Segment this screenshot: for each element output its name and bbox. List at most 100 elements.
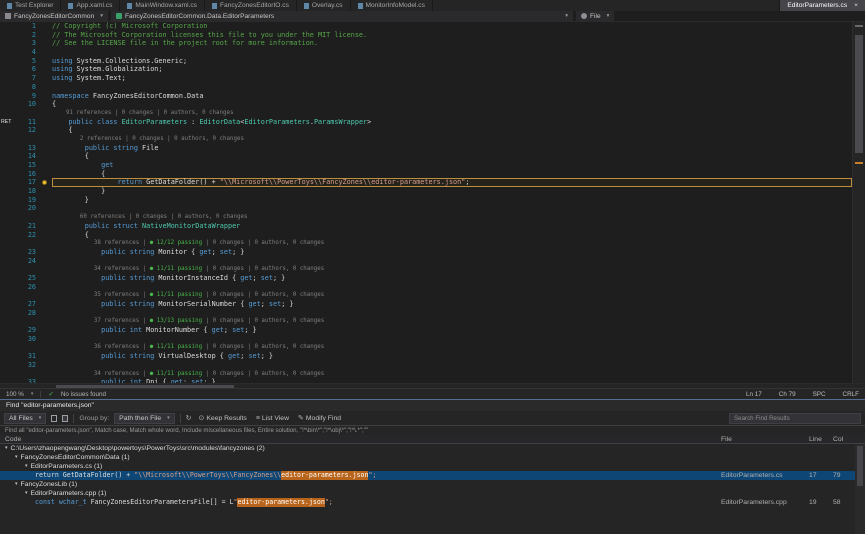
expander-icon[interactable]: ▾: [25, 489, 28, 498]
codelens-text[interactable]: 60 references | 0 changes | 0 authors, 0…: [52, 213, 852, 222]
editor-line[interactable]: 20: [0, 204, 852, 213]
editor-line[interactable]: 32: [0, 361, 852, 370]
member-dropdown[interactable]: File ▾: [576, 11, 614, 22]
editor-line[interactable]: 3// See the LICENSE file in the project …: [0, 39, 852, 48]
codelens-text[interactable]: 34 references | ● 11/11 passing | 0 chan…: [52, 370, 852, 379]
open-file-icon[interactable]: [51, 415, 57, 422]
chevron-down-icon[interactable]: ▾: [31, 391, 34, 397]
document-tab[interactable]: MainWindow.xaml.cs: [120, 0, 205, 11]
codelens-row[interactable]: 60 references | 0 changes | 0 authors, 0…: [0, 213, 852, 222]
tab-editorparameters[interactable]: EditorParameters.cs ×: [779, 0, 865, 11]
find-group-row[interactable]: ▾FancyZonesLib (1): [0, 480, 865, 489]
lightbulb-icon[interactable]: [42, 180, 47, 185]
refresh-icon[interactable]: ↻: [186, 414, 192, 422]
editor-line[interactable]: 21 public struct NativeMonitorDataWrappe…: [0, 222, 852, 231]
find-group-row[interactable]: ▾C:\Users\zhaopengwang\Desktop\powertoys…: [0, 444, 865, 453]
project-dropdown[interactable]: FancyZonesEditorCommon ▾: [0, 11, 108, 22]
codelens-row[interactable]: 91 references | 0 changes | 0 authors, 0…: [0, 109, 852, 118]
editor-line[interactable]: 15 get: [0, 161, 852, 170]
document-tab[interactable]: Test Explorer: [0, 0, 61, 11]
scrollbar-thumb[interactable]: [857, 446, 863, 486]
codelens-row[interactable]: 34 references | ● 11/11 passing | 0 chan…: [0, 265, 852, 274]
editor-line[interactable]: 8: [0, 83, 852, 92]
codelens-row[interactable]: 37 references | ● 13/13 passing | 0 chan…: [0, 317, 852, 326]
editor-line[interactable]: 2// The Microsoft Corporation licenses t…: [0, 31, 852, 40]
column-line[interactable]: Line: [809, 436, 833, 443]
column-file[interactable]: File: [721, 436, 809, 443]
editor-line[interactable]: 18 }: [0, 187, 852, 196]
codelens-text[interactable]: 35 references | ● 11/11 passing | 0 chan…: [52, 291, 852, 300]
codelens-row[interactable]: 34 references | ● 11/11 passing | 0 chan…: [0, 370, 852, 379]
list-view-button[interactable]: ≡ List View: [254, 415, 291, 422]
editor-line[interactable]: 13 public string File: [0, 144, 852, 153]
editor-line[interactable]: 31 public string VirtualDesktop { get; s…: [0, 352, 852, 361]
spaces-indicator[interactable]: SPC: [813, 391, 826, 398]
editor-line[interactable]: 7using System.Text;: [0, 74, 852, 83]
modify-find-button[interactable]: ✎ Modify Find: [296, 414, 343, 422]
editor-line[interactable]: 10{: [0, 100, 852, 109]
editor-line[interactable]: 19 }: [0, 196, 852, 205]
codelens-text[interactable]: 34 references | ● 11/11 passing | 0 chan…: [52, 265, 852, 274]
codelens-row[interactable]: 38 references | ● 12/12 passing | 0 chan…: [0, 239, 852, 248]
column-indicator[interactable]: Ch 79: [779, 391, 796, 398]
column-code[interactable]: Code: [0, 436, 721, 443]
keep-results-button[interactable]: ⊙ Keep Results: [197, 414, 249, 422]
editor-line[interactable]: 27 public string MonitorSerialNumber { g…: [0, 300, 852, 309]
document-tab[interactable]: Overlay.cs: [297, 0, 351, 11]
type-breadcrumb-dropdown[interactable]: FancyZonesEditorCommon.Data.EditorParame…: [111, 11, 573, 22]
group-by-dropdown[interactable]: Path then File ▾: [114, 413, 174, 424]
editor-line[interactable]: 6using System.Globalization;: [0, 65, 852, 74]
editor-line[interactable]: 23 public string Monitor { get; set; }: [0, 248, 852, 257]
scope-dropdown[interactable]: All Files ▾: [4, 413, 46, 424]
find-group-row[interactable]: ▾EditorParameters.cpp (1): [0, 489, 865, 498]
issues-status[interactable]: No issues found: [61, 391, 106, 398]
codelens-text[interactable]: 91 references | 0 changes | 0 authors, 0…: [52, 109, 852, 118]
scrollbar-thumb[interactable]: [855, 35, 863, 153]
find-result-row[interactable]: const wchar_t FancyZonesEditorParameters…: [0, 498, 865, 507]
close-icon[interactable]: ×: [854, 2, 858, 9]
editor-line[interactable]: 5using System.Collections.Generic;: [0, 57, 852, 66]
editor-line[interactable]: RET11 public class EditorParameters : Ed…: [0, 118, 852, 127]
editor-line[interactable]: 26: [0, 283, 852, 292]
editor-line[interactable]: 17 return GetDataFolder() + "\\Microsoft…: [0, 178, 852, 187]
codelens-text[interactable]: 36 references | ● 11/11 passing | 0 chan…: [52, 343, 852, 352]
find-result-row[interactable]: return GetDataFolder() + "\\Microsoft\\P…: [0, 471, 865, 480]
editor-line[interactable]: 24: [0, 257, 852, 266]
expander-icon[interactable]: ▾: [15, 453, 18, 462]
expander-icon[interactable]: ▾: [25, 462, 28, 471]
codelens-row[interactable]: 36 references | ● 11/11 passing | 0 chan…: [0, 343, 852, 352]
editor-line[interactable]: 22 {: [0, 231, 852, 240]
document-tab[interactable]: MonitorInfoModel.cs: [351, 0, 433, 11]
vertical-scrollbar[interactable]: [852, 22, 865, 383]
column-col[interactable]: Col: [833, 436, 853, 443]
codelens-row[interactable]: 35 references | ● 11/11 passing | 0 chan…: [0, 291, 852, 300]
line-indicator[interactable]: Ln 17: [746, 391, 762, 398]
codelens-text[interactable]: 37 references | ● 13/13 passing | 0 chan…: [52, 317, 852, 326]
scrollbar-thumb[interactable]: [56, 385, 234, 388]
find-group-row[interactable]: ▾FancyZonesEditorCommon\Data (1): [0, 453, 865, 462]
editor-line[interactable]: 4: [0, 48, 852, 57]
expander-icon[interactable]: ▾: [5, 444, 8, 453]
document-tab[interactable]: App.xaml.cs: [61, 0, 120, 11]
editor-line[interactable]: 14 {: [0, 152, 852, 161]
editor-line[interactable]: 16 {: [0, 170, 852, 179]
editor-line[interactable]: 25 public string MonitorInstanceId { get…: [0, 274, 852, 283]
zoom-level[interactable]: 100 %: [6, 391, 24, 398]
editor-line[interactable]: 28: [0, 309, 852, 318]
results-scrollbar[interactable]: [855, 444, 865, 534]
code-editor[interactable]: 1// Copyright (c) Microsoft Corporation2…: [0, 22, 865, 383]
editor-line[interactable]: 12 {: [0, 126, 852, 135]
editor-line[interactable]: 30: [0, 335, 852, 344]
horizontal-scrollbar[interactable]: [0, 383, 865, 388]
copy-results-icon[interactable]: [62, 415, 68, 422]
codelens-text[interactable]: 2 references | 0 changes | 0 authors, 0 …: [52, 135, 852, 144]
editor-line[interactable]: 29 public int MonitorNumber { get; set; …: [0, 326, 852, 335]
codelens-text[interactable]: 38 references | ● 12/12 passing | 0 chan…: [52, 239, 852, 248]
codelens-row[interactable]: 2 references | 0 changes | 0 authors, 0 …: [0, 135, 852, 144]
editor-line[interactable]: 9namespace FancyZonesEditorCommon.Data: [0, 92, 852, 101]
editor-line[interactable]: 1// Copyright (c) Microsoft Corporation: [0, 22, 852, 31]
document-tab[interactable]: FancyZonesEditorIO.cs: [205, 0, 297, 11]
expander-icon[interactable]: ▾: [15, 480, 18, 489]
find-group-row[interactable]: ▾EditorParameters.cs (1): [0, 462, 865, 471]
search-find-results-input[interactable]: [729, 413, 861, 424]
